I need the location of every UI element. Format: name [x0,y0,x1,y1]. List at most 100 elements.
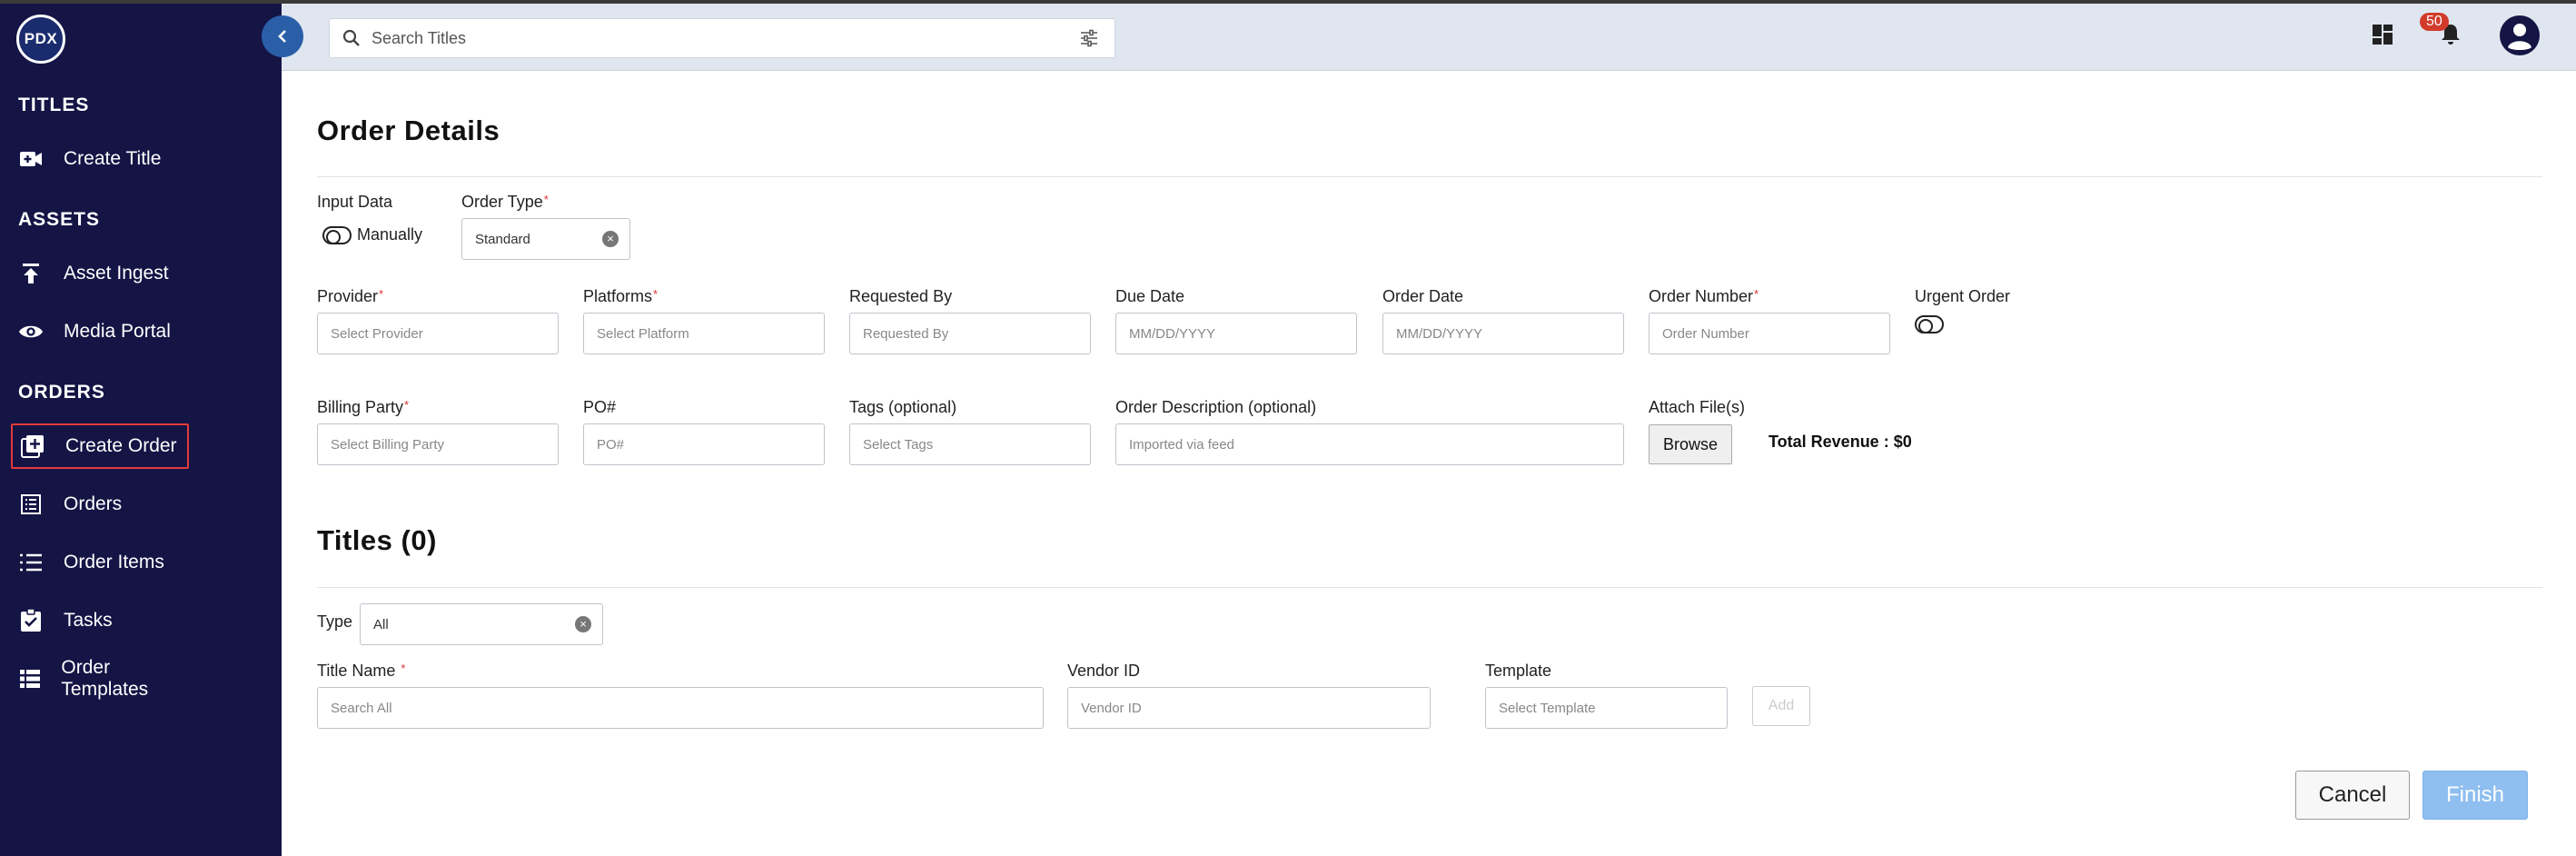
sidebar-item-label: Create Title [64,148,162,169]
order-date-label: Order Date [1382,287,1464,305]
sidebar-item-create-title[interactable]: Create Title [11,136,189,182]
tags-select[interactable]: Select Tags [849,423,1091,465]
sidebar-item-label: Tasks [64,610,113,631]
type-select[interactable]: All × [360,603,603,645]
required-asterisk: * [404,398,410,412]
clear-icon[interactable]: × [575,616,591,632]
input-data-label: Input Data [317,193,393,211]
account-avatar-icon[interactable] [2499,15,2541,56]
requested-by-label: Requested By [849,287,953,305]
list-icon [18,550,44,575]
required-asterisk: * [379,287,384,301]
manually-label: Manually [357,225,423,244]
eye-icon [18,319,44,344]
order-type-select[interactable]: Standard × [461,218,630,260]
order-type-label-text: Order Type [461,193,543,211]
sidebar-section-orders: ORDERS [18,382,105,403]
search-icon [342,29,360,46]
order-details-heading: Order Details [317,114,500,146]
top-bar [282,4,2576,71]
dashboard-icon[interactable] [2364,16,2401,53]
order-number-label-text: Order Number [1649,287,1754,305]
vendor-id-field[interactable]: Vendor ID [1067,687,1431,729]
provider-select[interactable]: Select Provider [317,313,559,354]
sidebar-item-orders[interactable]: Orders [11,482,189,527]
attach-files-label: Attach File(s) [1649,398,1746,416]
sidebar-item-create-order[interactable]: Create Order [11,423,189,469]
app-logo[interactable]: PDX [16,15,65,64]
collapse-sidebar-button[interactable] [262,15,303,57]
billing-party-select[interactable]: Select Billing Party [317,423,559,465]
billing-party-label-text: Billing Party [317,398,404,416]
main-content: Order Details Input Data Manually Order … [282,71,2576,856]
order-description-field[interactable]: Imported via feed [1115,423,1624,465]
requested-by-field[interactable]: Requested By [849,313,1091,354]
receipt-icon [18,492,44,517]
po-number-field[interactable]: PO# [583,423,825,465]
sidebar-item-media-portal[interactable]: Media Portal [11,309,189,354]
sidebar-item-asset-ingest[interactable]: Asset Ingest [11,251,189,296]
sidebar-item-label: Orders [64,493,123,514]
order-description-label: Order Description (optional) [1115,398,1317,416]
view-list-icon [18,666,41,692]
order-number-field[interactable]: Order Number [1649,313,1890,354]
titles-heading: Titles (0) [317,524,437,556]
sidebar-item-label: Order Items [64,552,164,572]
manual-input-toggle[interactable] [322,226,352,244]
clear-icon[interactable]: × [602,231,619,247]
notification-count-badge: 50 [2420,13,2449,31]
search-input[interactable] [372,28,1078,48]
total-revenue: Total Revenue : $0 [1769,433,1912,451]
order-date-field[interactable]: MM/DD/YYYY [1382,313,1624,354]
chevron-left-icon [278,30,286,43]
sidebar-section-assets: ASSETS [18,209,101,230]
type-label: Type [317,612,353,631]
sidebar-section-titles: TITLES [18,95,90,115]
upload-icon [18,261,44,286]
platforms-label: Platforms* [583,287,658,306]
tags-label: Tags (optional) [849,398,957,416]
section-divider [317,176,2542,177]
due-date-label: Due Date [1115,287,1185,305]
sidebar: PDX TITLES Create Title ASSETS Asset Ing… [0,4,282,856]
browse-files-button[interactable]: Browse [1649,424,1732,464]
urgent-order-label: Urgent Order [1915,287,2011,305]
required-asterisk: * [1754,287,1759,301]
order-number-label: Order Number* [1649,287,1759,306]
video-plus-icon [18,146,44,172]
po-label: PO# [583,398,617,416]
required-asterisk: * [401,662,406,675]
template-select[interactable]: Select Template [1485,687,1728,729]
cancel-button[interactable]: Cancel [2295,771,2410,820]
search-box [329,18,1115,58]
add-title-button[interactable]: Add [1752,686,1810,726]
template-label: Template [1485,662,1552,680]
type-value: All [373,616,389,632]
required-asterisk: * [543,193,549,206]
platforms-select[interactable]: Select Platform [583,313,825,354]
sidebar-item-label: Asset Ingest [64,263,169,284]
section-divider [317,587,2542,588]
required-asterisk: * [653,287,659,301]
title-name-search[interactable]: Search All [317,687,1044,729]
add-box-icon [20,433,45,459]
platforms-label-text: Platforms [583,287,653,305]
app-root: PDX TITLES Create Title ASSETS Asset Ing… [0,0,2576,856]
title-name-label-text: Title Name [317,662,396,680]
provider-label-text: Provider [317,287,379,305]
clipboard-check-icon [18,608,44,633]
provider-label: Provider* [317,287,383,306]
urgent-order-toggle[interactable] [1915,315,1944,333]
order-type-value: Standard [475,231,530,247]
finish-button[interactable]: Finish [2422,771,2528,820]
sidebar-item-order-templates[interactable]: Order Templates [11,656,189,702]
title-name-label: Title Name * [317,662,405,681]
due-date-field[interactable]: MM/DD/YYYY [1115,313,1357,354]
filter-settings-icon[interactable] [1078,27,1100,49]
vendor-id-label: Vendor ID [1067,662,1141,680]
sidebar-item-label: Order Templates [61,657,149,700]
billing-party-label: Billing Party* [317,398,409,417]
sidebar-item-label: Media Portal [64,321,171,342]
sidebar-item-tasks[interactable]: Tasks [11,598,189,643]
sidebar-item-order-items[interactable]: Order Items [11,540,189,585]
